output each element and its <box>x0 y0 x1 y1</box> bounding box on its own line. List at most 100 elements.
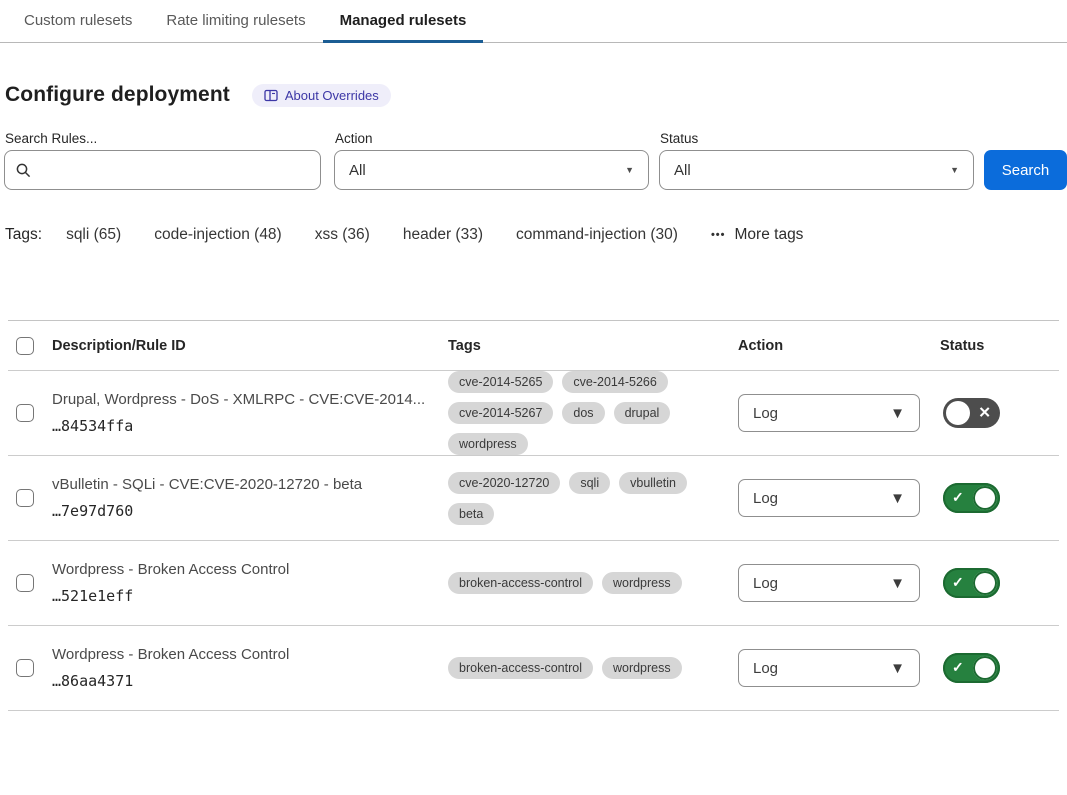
rule-status-toggle[interactable]: ✓ <box>943 653 1000 683</box>
tag-filter-link[interactable]: xss (36) <box>315 226 370 244</box>
search-button[interactable]: Search <box>984 150 1067 190</box>
column-header-status: Status <box>938 338 1059 354</box>
tag-pill: cve-2020-12720 <box>448 472 560 494</box>
toggle-state-icon: ✓ <box>952 489 964 506</box>
rule-description: Drupal, Wordpress - DoS - XMLRPC - CVE:C… <box>52 391 444 408</box>
ruleset-tabbar: Custom rulesets Rate limiting rulesets M… <box>0 0 1067 43</box>
table-row: Drupal, Wordpress - DoS - XMLRPC - CVE:C… <box>8 371 1059 456</box>
row-checkbox[interactable] <box>16 659 34 677</box>
status-filter-value: All <box>674 162 691 179</box>
table-row: Wordpress - Broken Access Control …521e1… <box>8 541 1059 626</box>
status-filter-label: Status <box>660 131 974 146</box>
tab-rate-limiting-rulesets[interactable]: Rate limiting rulesets <box>149 0 322 43</box>
chevron-down-icon: ▼ <box>950 165 959 175</box>
tags-bar: Tags: sqli (65) code-injection (48) xss (3… <box>5 226 1067 244</box>
rule-id: …7e97d760 <box>52 502 444 520</box>
rule-action-value: Log <box>753 490 778 507</box>
ellipsis-icon: ••• <box>711 229 726 241</box>
rule-tags: broken-access-control wordpress <box>448 657 698 679</box>
select-all-checkbox[interactable] <box>16 337 34 355</box>
table-header-row: Description/Rule ID Tags Action Status <box>8 321 1059 371</box>
toggle-knob <box>946 401 970 425</box>
table-row: Wordpress - Broken Access Control …86aa4… <box>8 626 1059 711</box>
toggle-state-icon: ✕ <box>978 404 991 422</box>
table-body: Drupal, Wordpress - DoS - XMLRPC - CVE:C… <box>8 371 1059 711</box>
chevron-down-icon: ▼ <box>890 660 905 677</box>
tag-pill: vbulletin <box>619 472 687 494</box>
rule-description: vBulletin - SQLi - CVE:CVE-2020-12720 - … <box>52 476 444 493</box>
rule-tags: broken-access-control wordpress <box>448 572 698 594</box>
rule-id: …521e1eff <box>52 587 444 605</box>
rule-status-toggle[interactable]: ✕ <box>943 398 1000 428</box>
rule-action-select[interactable]: Log ▼ <box>738 479 920 517</box>
rule-id: …86aa4371 <box>52 672 444 690</box>
book-icon <box>264 89 278 102</box>
filter-row: Search Rules... Action All ▼ Status <box>4 131 1067 190</box>
tag-pill: cve-2014-5266 <box>562 371 667 393</box>
tab-custom-rulesets[interactable]: Custom rulesets <box>7 0 149 43</box>
rules-table: Description/Rule ID Tags Action Status D… <box>8 320 1059 711</box>
tag-filter-link[interactable]: sqli (65) <box>66 226 121 244</box>
page-title: Configure deployment <box>5 83 230 107</box>
rule-action-value: Log <box>753 575 778 592</box>
tags-bar-label: Tags: <box>5 226 42 244</box>
search-icon <box>15 162 32 179</box>
chevron-down-icon: ▼ <box>890 575 905 592</box>
toggle-state-icon: ✓ <box>952 659 964 676</box>
about-overrides-label: About Overrides <box>285 88 379 103</box>
tag-pill: wordpress <box>602 572 682 594</box>
toggle-knob <box>973 486 997 510</box>
rule-action-select[interactable]: Log ▼ <box>738 649 920 687</box>
tag-pill: drupal <box>614 402 671 424</box>
tag-pill: cve-2014-5267 <box>448 402 553 424</box>
toggle-knob <box>973 656 997 680</box>
rule-status-toggle[interactable]: ✓ <box>943 568 1000 598</box>
column-header-tags: Tags <box>444 338 738 354</box>
rule-action-select[interactable]: Log ▼ <box>738 394 920 432</box>
tag-filter-link[interactable]: command-injection (30) <box>516 226 678 244</box>
action-filter-value: All <box>349 162 366 179</box>
rule-tags: cve-2020-12720 sqli vbulletin beta <box>448 472 698 525</box>
tag-pill: wordpress <box>448 433 528 455</box>
search-rules-label: Search Rules... <box>5 131 321 146</box>
tag-pill: beta <box>448 503 494 525</box>
chevron-down-icon: ▼ <box>890 405 905 422</box>
column-header-action: Action <box>738 338 938 354</box>
chevron-down-icon: ▼ <box>890 490 905 507</box>
action-filter-select[interactable]: All ▼ <box>334 150 649 190</box>
toggle-state-icon: ✓ <box>952 574 964 591</box>
search-rules-box <box>4 150 321 190</box>
column-header-description: Description/Rule ID <box>52 338 444 354</box>
tag-pill: cve-2014-5265 <box>448 371 553 393</box>
rule-tags: cve-2014-5265 cve-2014-5266 cve-2014-5267 d… <box>448 371 698 455</box>
row-checkbox[interactable] <box>16 574 34 592</box>
tab-managed-rulesets[interactable]: Managed rulesets <box>323 0 484 43</box>
action-filter-label: Action <box>335 131 649 146</box>
about-overrides-badge[interactable]: About Overrides <box>252 84 391 107</box>
rule-status-toggle[interactable]: ✓ <box>943 483 1000 513</box>
tag-pill: dos <box>562 402 604 424</box>
tag-pill: broken-access-control <box>448 657 593 679</box>
rule-action-value: Log <box>753 660 778 677</box>
rule-action-value: Log <box>753 405 778 422</box>
tag-pill: wordpress <box>602 657 682 679</box>
more-tags-label: More tags <box>735 226 804 244</box>
tag-pill: sqli <box>569 472 610 494</box>
toggle-knob <box>973 571 997 595</box>
rule-action-select[interactable]: Log ▼ <box>738 564 920 602</box>
tag-filter-link[interactable]: code-injection (48) <box>154 226 282 244</box>
rule-description: Wordpress - Broken Access Control <box>52 561 444 578</box>
row-checkbox[interactable] <box>16 489 34 507</box>
tag-filter-link[interactable]: header (33) <box>403 226 483 244</box>
row-checkbox[interactable] <box>16 404 34 422</box>
search-rules-input[interactable] <box>40 162 310 179</box>
chevron-down-icon: ▼ <box>625 165 634 175</box>
managed-rulesets-page: Custom rulesets Rate limiting rulesets M… <box>0 0 1067 795</box>
table-row: vBulletin - SQLi - CVE:CVE-2020-12720 - … <box>8 456 1059 541</box>
tag-pill: broken-access-control <box>448 572 593 594</box>
rule-description: Wordpress - Broken Access Control <box>52 646 444 663</box>
more-tags-button[interactable]: ••• More tags <box>711 226 803 244</box>
rule-id: …84534ffa <box>52 417 444 435</box>
heading-row: Configure deployment About Overrides <box>5 83 1067 107</box>
status-filter-select[interactable]: All ▼ <box>659 150 974 190</box>
